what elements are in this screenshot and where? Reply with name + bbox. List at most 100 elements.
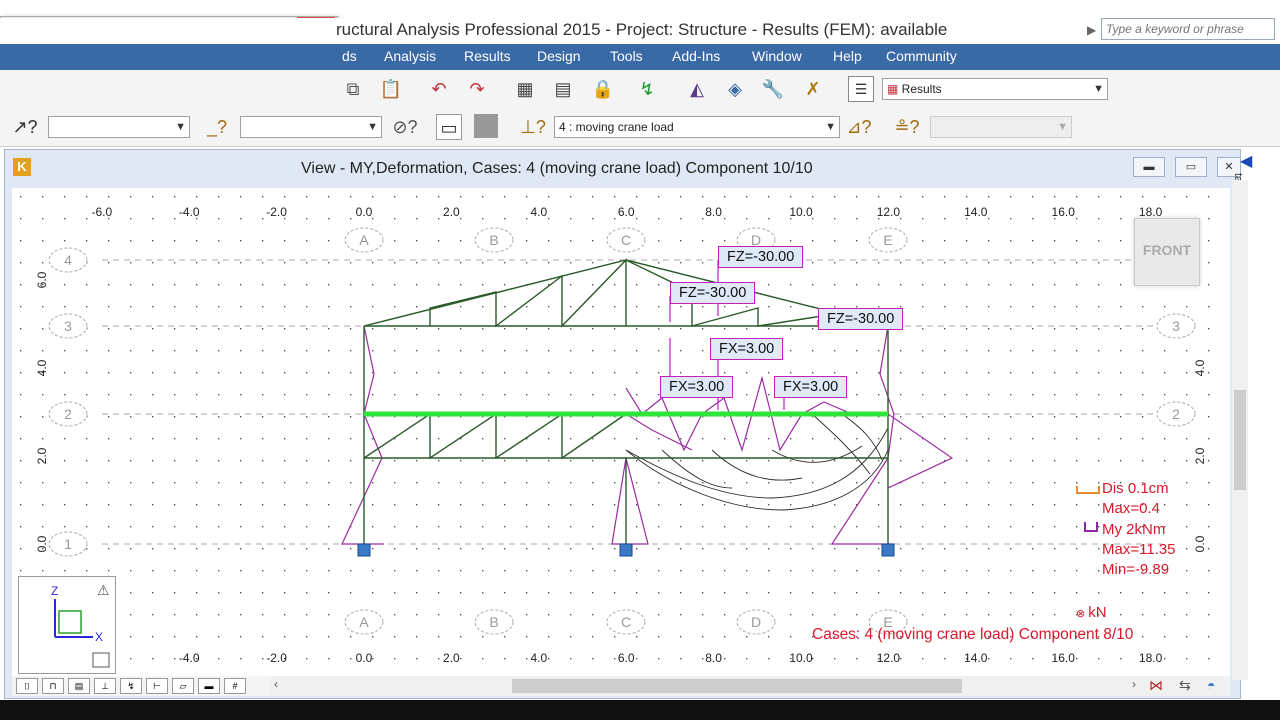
node-select[interactable]: ▼: [48, 116, 190, 138]
menu-tools[interactable]: Tools: [610, 48, 643, 64]
drawing-canvas[interactable]: AABBCCDDEE432132 -6.0 -4.0 -2.0 0.0 2.0 4.0 6.…: [12, 188, 1230, 676]
grid-dot: [86, 570, 88, 572]
scroll-right-icon[interactable]: ›: [1132, 677, 1136, 691]
search-field[interactable]: [1101, 18, 1275, 40]
grid-dot: [504, 548, 506, 550]
grid-dot: [438, 394, 440, 396]
grid-dot: [878, 592, 880, 594]
grid-dot: [174, 416, 176, 418]
arrow-left-icon[interactable]: ◀: [1240, 151, 1252, 171]
redo-icon[interactable]: ↷: [464, 76, 490, 102]
grid-icon[interactable]: #: [224, 678, 246, 694]
grid-dot: [284, 526, 286, 528]
case-select[interactable]: 4 : moving crane load ▼: [554, 116, 840, 138]
copy-icon[interactable]: ⧉: [340, 76, 366, 102]
units-label: ⊗ kN: [1076, 604, 1107, 621]
minimize-button[interactable]: ▬: [1133, 157, 1165, 177]
offsets-icon[interactable]: ▬: [198, 678, 220, 694]
bar-numbers-icon[interactable]: ⊓: [42, 678, 64, 694]
undo-icon[interactable]: ↶: [426, 76, 452, 102]
support-a: [357, 543, 371, 557]
supports-icon[interactable]: ⊥: [94, 678, 116, 694]
grid-dot: [944, 658, 946, 660]
menu-results[interactable]: Results: [464, 48, 511, 64]
grid-dot: [218, 328, 220, 330]
search-input[interactable]: [1102, 19, 1274, 39]
load-label-fx-2[interactable]: FX=3.00: [660, 376, 734, 398]
menu-community[interactable]: Community: [886, 48, 957, 64]
load-label-fz-1[interactable]: FZ=-30.00: [718, 246, 804, 268]
menu-add-ins[interactable]: Add-Ins: [672, 48, 720, 64]
grid-dot: [1032, 438, 1034, 440]
grid-dot: [548, 262, 550, 264]
grid-dot: [724, 306, 726, 308]
color-swatch-icon[interactable]: [474, 114, 498, 138]
tools-icon[interactable]: 🔧: [760, 76, 786, 102]
menu-help[interactable]: Help: [833, 48, 862, 64]
layout-icon[interactable]: ☰: [848, 76, 874, 102]
grid-dot: [394, 460, 396, 462]
scroll-left-icon[interactable]: ‹: [274, 677, 278, 691]
paste-icon[interactable]: 📋: [378, 76, 404, 102]
arrange-icon[interactable]: ⇆: [1179, 677, 1191, 694]
menu-window[interactable]: Window: [752, 48, 802, 64]
menu-design[interactable]: Design: [537, 48, 581, 64]
grid-dot: [284, 482, 286, 484]
grid-lines: [102, 259, 1162, 545]
object-selection-icon[interactable]: ⊘?: [392, 114, 418, 140]
vertical-scroll-thumb[interactable]: [1234, 390, 1246, 490]
moment-column-e: [830, 325, 895, 545]
grid-dot: [306, 636, 308, 638]
select-icon[interactable]: ↯: [634, 76, 660, 102]
grid-dot: [130, 658, 132, 660]
bar-selection-icon[interactable]: _?: [204, 114, 230, 140]
render-icon[interactable]: ◓: [1207, 677, 1215, 693]
table-icon[interactable]: ▦: [512, 76, 538, 102]
load-label-fx-1[interactable]: FX=3.00: [710, 338, 784, 360]
horizontal-scroll-thumb[interactable]: [512, 679, 962, 693]
releases-icon[interactable]: ⊢: [146, 678, 168, 694]
grid-dot: [570, 614, 572, 616]
grid-dot: [218, 416, 220, 418]
menu-analysis[interactable]: Analysis: [384, 48, 436, 64]
node-numbers-icon[interactable]: ⌷: [16, 678, 38, 694]
grid-dot: [504, 504, 506, 506]
mode-selection-icon[interactable]: ⊿?: [846, 114, 872, 140]
grid-dot: [328, 196, 330, 198]
bar-select[interactable]: ▼: [240, 116, 382, 138]
maximize-button[interactable]: ▭: [1175, 157, 1207, 177]
grid-dot: [1186, 658, 1188, 660]
component-select[interactable]: ▼: [930, 116, 1072, 138]
load-label-fz-3[interactable]: FZ=-30.00: [818, 308, 904, 330]
panel-selection-icon[interactable]: ▭: [436, 114, 462, 140]
load-label-fx-3[interactable]: FX=3.00: [774, 376, 848, 398]
grid-dot: [350, 636, 352, 638]
case-selection-icon[interactable]: ⊥?: [520, 114, 546, 140]
node-selection-icon[interactable]: ↗?: [12, 114, 38, 140]
view-cube[interactable]: FRONT: [1134, 218, 1200, 286]
3d-view-icon[interactable]: ◈: [722, 76, 748, 102]
loads-icon[interactable]: ↯: [120, 678, 142, 694]
split-view-icon[interactable]: ⋈: [1149, 677, 1163, 694]
horizontal-scrollbar[interactable]: ‹ ›: [270, 676, 1230, 696]
menu-loads[interactable]: ds: [342, 48, 357, 64]
structure-model-icon[interactable]: ◭: [684, 76, 710, 102]
grid-dot: [1098, 460, 1100, 462]
design-icon[interactable]: ✗: [800, 76, 826, 102]
grid-dot: [746, 658, 748, 660]
grid-dot: [306, 262, 308, 264]
vertical-scrollbar[interactable]: [1232, 180, 1248, 680]
tables-icon[interactable]: ▤: [550, 76, 576, 102]
panels-icon[interactable]: ▱: [172, 678, 194, 694]
component-selection-icon[interactable]: ≗?: [894, 114, 920, 140]
grid-dot: [658, 636, 660, 638]
sections-icon[interactable]: ▤: [68, 678, 90, 694]
grid-dot: [1010, 438, 1012, 440]
load-label-fz-2[interactable]: FZ=-30.00: [670, 282, 756, 304]
grid-dot: [658, 658, 660, 660]
lock-icon[interactable]: 🔒: [590, 76, 616, 102]
layout-select[interactable]: ▦ Results ▼: [882, 78, 1108, 100]
chevron-right-icon[interactable]: ▶: [1087, 23, 1096, 37]
grid-dot: [768, 306, 770, 308]
grid-dot: [856, 614, 858, 616]
